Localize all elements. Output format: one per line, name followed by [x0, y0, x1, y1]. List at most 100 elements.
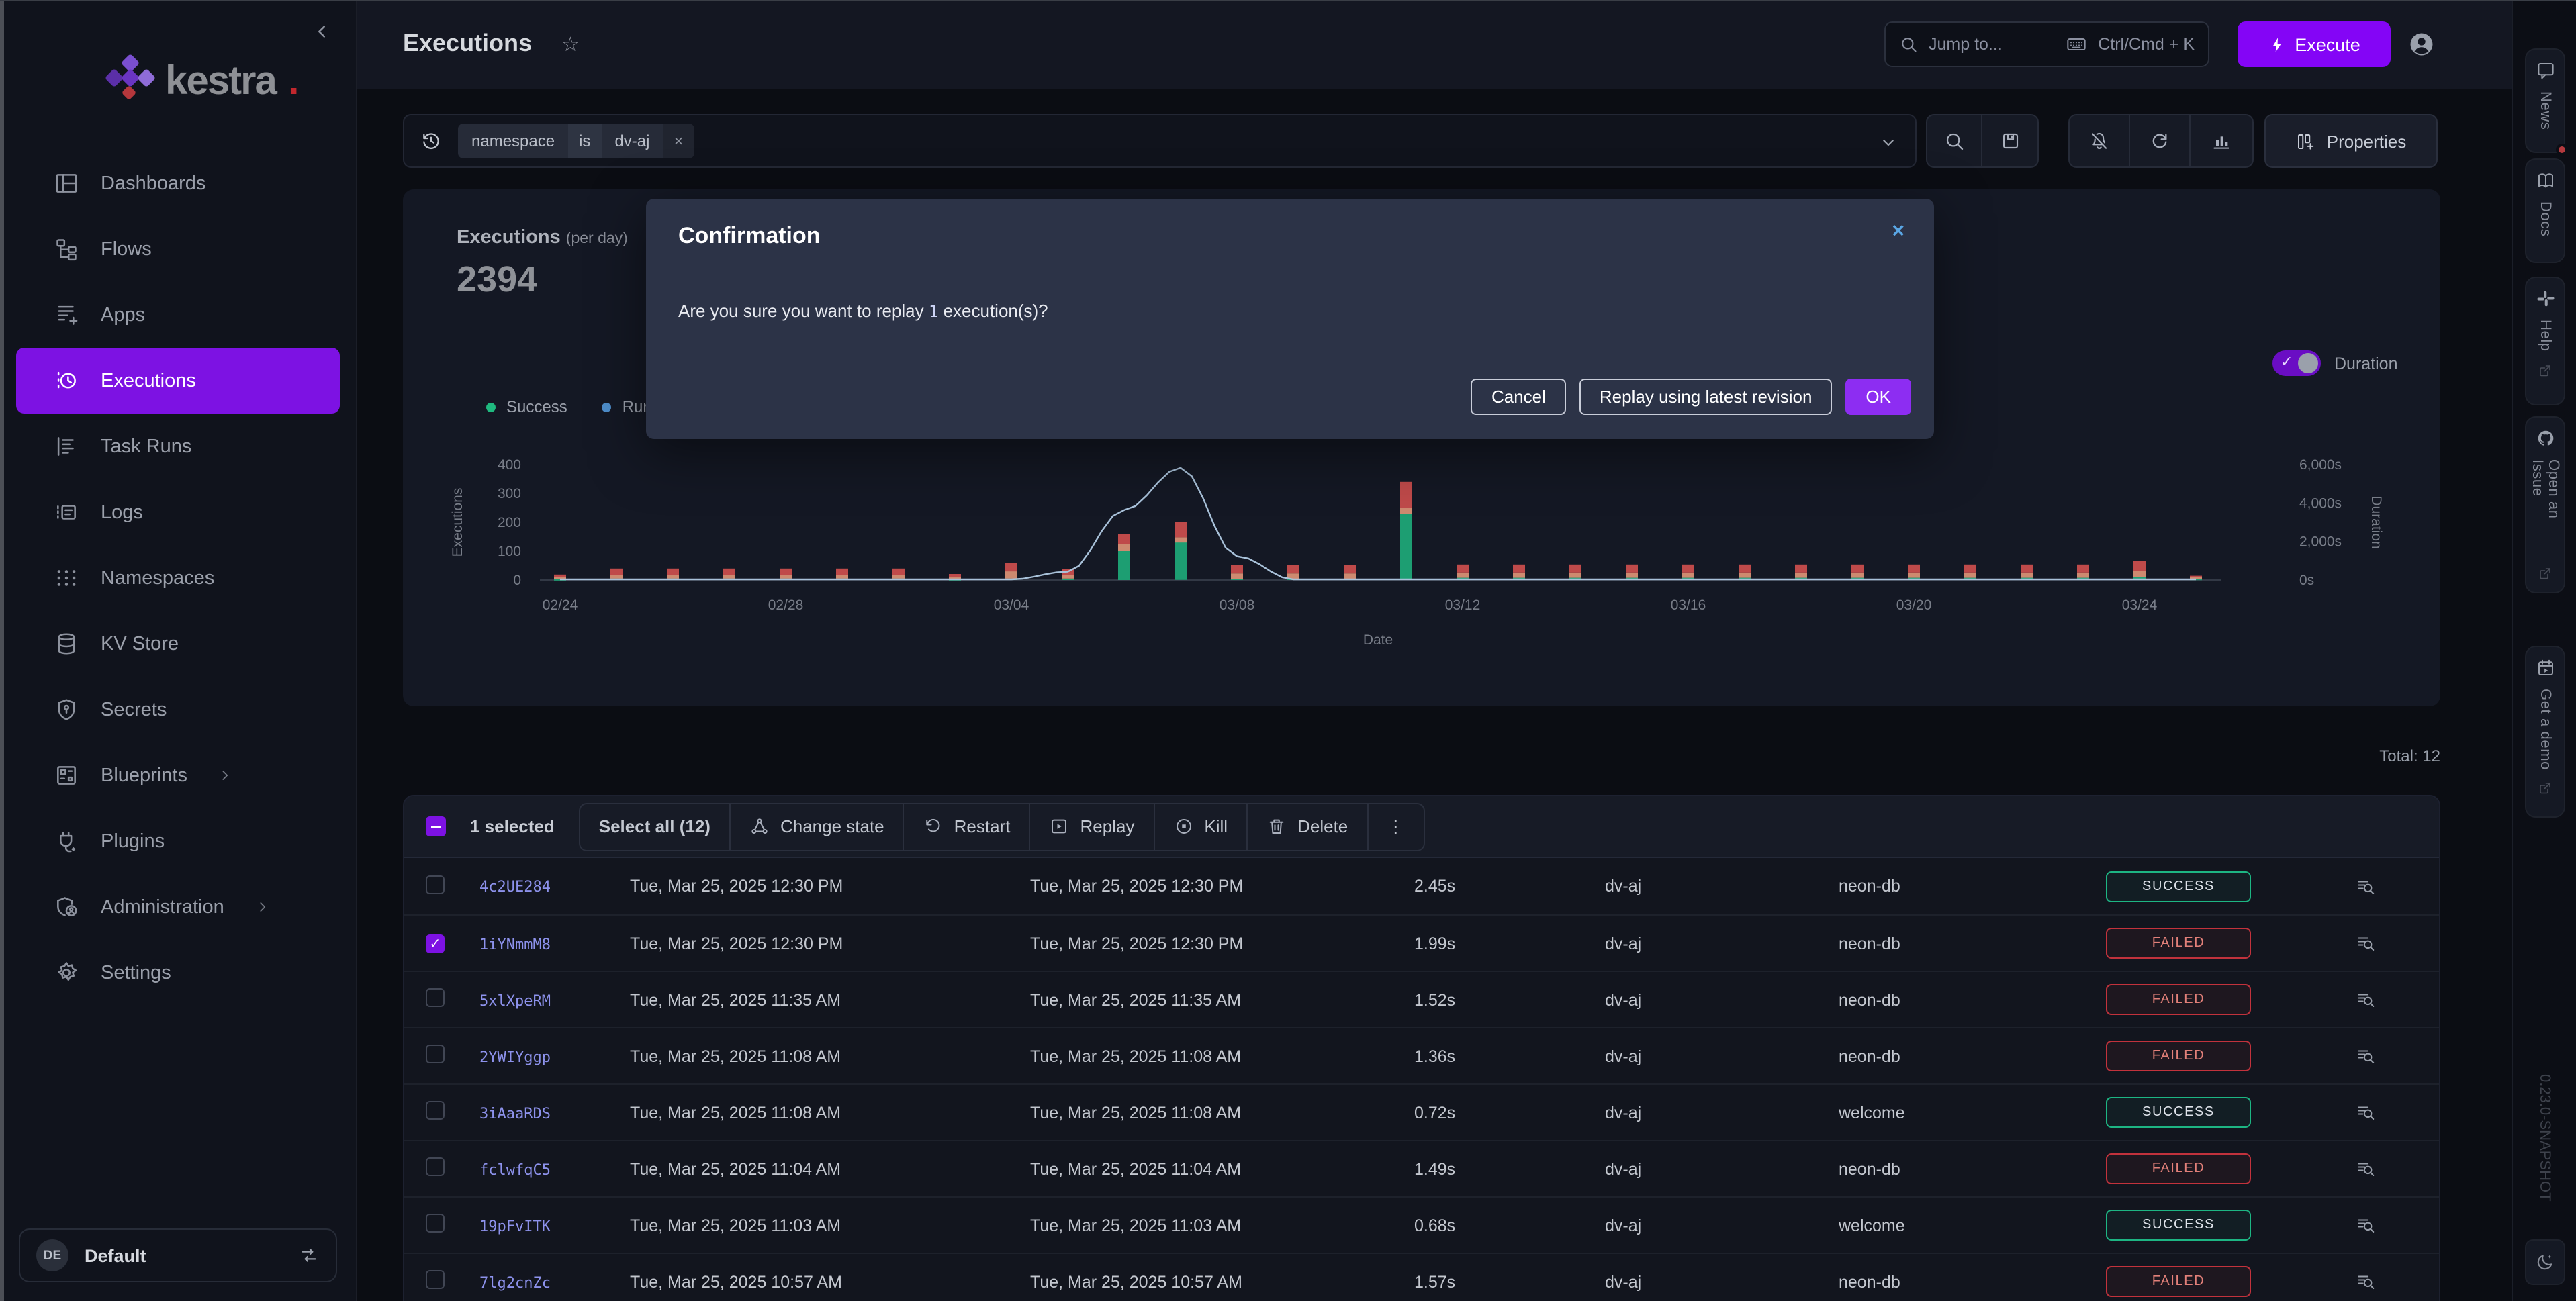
execution-overview-icon[interactable] — [2356, 990, 2376, 1010]
row-checkbox[interactable] — [426, 1214, 479, 1237]
table-row[interactable]: fclwfqC5Tue, Mar 25, 2025 11:04 AMTue, M… — [404, 1140, 2439, 1196]
history-icon[interactable] — [420, 130, 442, 152]
change-state-button[interactable]: Change state — [731, 804, 905, 849]
table-row[interactable]: ✓1iYNmmM8Tue, Mar 25, 2025 12:30 PMTue, … — [404, 914, 2439, 971]
sidebar-item-kv-store[interactable]: KV Store — [16, 611, 340, 677]
row-checkbox[interactable] — [426, 1045, 479, 1067]
table-row[interactable]: 19pFvITKTue, Mar 25, 2025 11:03 AMTue, M… — [404, 1196, 2439, 1253]
sidebar-item-settings[interactable]: Settings — [16, 940, 340, 1006]
row-checkbox[interactable] — [426, 875, 479, 898]
svg-text:200: 200 — [498, 515, 521, 530]
chevron-right-icon — [217, 767, 234, 784]
news-icon — [2535, 60, 2555, 81]
row-checkbox[interactable]: ✓ — [426, 933, 479, 953]
sidebar-item-administration[interactable]: Administration — [16, 874, 340, 940]
sidebar-item-flows[interactable]: Flows — [16, 216, 340, 282]
execution-overview-icon[interactable] — [2356, 1271, 2376, 1292]
end-date: Tue, Mar 25, 2025 12:30 PM — [1022, 934, 1414, 953]
cancel-button[interactable]: Cancel — [1471, 379, 1566, 415]
rail-item-docs[interactable]: Docs — [2525, 158, 2565, 263]
sidebar-item-executions[interactable]: Executions — [16, 348, 340, 414]
rail-item-news[interactable]: News — [2525, 48, 2565, 153]
delete-button[interactable]: Delete — [1248, 804, 1368, 849]
legend-item-success[interactable]: Success — [486, 397, 567, 416]
table-row[interactable]: 2YWIYggpTue, Mar 25, 2025 11:08 AMTue, M… — [404, 1027, 2439, 1083]
page-title: Executions — [403, 30, 532, 58]
namespace-value: dv-aj — [1573, 1047, 1798, 1065]
execution-overview-icon[interactable] — [2356, 1159, 2376, 1179]
execution-overview-icon[interactable] — [2356, 876, 2376, 896]
more-actions-button[interactable]: ⋮ — [1368, 804, 1423, 849]
execution-overview-icon[interactable] — [2356, 933, 2376, 953]
execution-overview-icon[interactable] — [2356, 1102, 2376, 1122]
chevron-down-icon[interactable] — [1878, 132, 1899, 153]
rail-item-help[interactable]: Help — [2525, 277, 2565, 405]
execution-id-link[interactable]: fclwfqC5 — [479, 1161, 551, 1178]
sidebar-item-secrets[interactable]: Secrets — [16, 677, 340, 742]
row-checkbox[interactable] — [426, 1157, 479, 1180]
theme-toggle-button[interactable] — [2525, 1239, 2565, 1285]
filter-search-save-group — [1926, 114, 2039, 168]
sidebar-item-label: Apps — [101, 304, 145, 326]
rail-item-get-a-demo[interactable]: Get a demo — [2525, 646, 2565, 818]
filter-remove-icon[interactable]: × — [663, 124, 694, 158]
duration-toggle[interactable]: ✓ Duration — [2272, 350, 2398, 376]
select-all-12-button[interactable]: Select all (12) — [580, 804, 731, 849]
filter-save-button[interactable] — [1982, 115, 2037, 166]
kill-button[interactable]: Kill — [1154, 804, 1248, 849]
row-checkbox[interactable] — [426, 988, 479, 1011]
table-row[interactable]: 3iAaaRDSTue, Mar 25, 2025 11:08 AMTue, M… — [404, 1083, 2439, 1140]
sidebar-item-plugins[interactable]: Plugins — [16, 808, 340, 874]
toggle-switch[interactable]: ✓ — [2272, 350, 2321, 376]
rail-item-open-an-issue[interactable]: Open an Issue — [2525, 416, 2565, 593]
start-date: Tue, Mar 25, 2025 11:03 AM — [630, 1216, 1022, 1235]
properties-button[interactable]: Properties — [2264, 114, 2438, 168]
sidebar-item-namespaces[interactable]: Namespaces — [16, 545, 340, 611]
toggle-chart-button[interactable] — [2191, 115, 2251, 166]
filter-chip[interactable]: namespace is dv-aj × — [458, 124, 694, 158]
execution-overview-icon[interactable] — [2356, 1215, 2376, 1235]
ok-button[interactable]: OK — [1845, 379, 1911, 415]
table-row[interactable]: 5xlXpeRMTue, Mar 25, 2025 11:35 AMTue, M… — [404, 971, 2439, 1027]
replay-latest-revision-button[interactable]: Replay using latest revision — [1579, 379, 1833, 415]
execution-id-link[interactable]: 4c2UE284 — [479, 878, 551, 896]
left-scrollbar[interactable] — [0, 0, 4, 1301]
row-checkbox[interactable] — [426, 1270, 479, 1293]
sidebar-item-blueprints[interactable]: Blueprints — [16, 742, 340, 808]
filter-search-button[interactable] — [1927, 115, 1982, 166]
replay-button[interactable]: Replay — [1030, 804, 1154, 849]
execute-button[interactable]: Execute — [2238, 21, 2391, 67]
execution-id-link[interactable]: 5xlXpeRM — [479, 992, 551, 1009]
kestra-app: kestra. DashboardsFlowsAppsExecutionsTas… — [0, 0, 2576, 1301]
row-checkbox[interactable] — [426, 1101, 479, 1124]
filter-bar[interactable]: namespace is dv-aj × — [403, 114, 1917, 168]
main-content: Executions ☆ Jump to... Ctrl/Cmd + K Exe… — [357, 0, 2512, 1301]
sidebar-item-logs[interactable]: Logs — [16, 479, 340, 545]
start-date: Tue, Mar 25, 2025 11:08 AM — [630, 1047, 1022, 1065]
close-icon[interactable]: × — [1892, 220, 1904, 244]
execution-id-link[interactable]: 7lg2cnZc — [479, 1273, 551, 1291]
window-top-edge — [0, 0, 2576, 1]
sidebar-item-apps[interactable]: Apps — [16, 282, 340, 348]
execution-id-link[interactable]: 1iYNmmM8 — [479, 935, 551, 953]
master-checkbox[interactable] — [426, 816, 446, 836]
execution-id-link[interactable]: 19pFvITK — [479, 1217, 551, 1235]
sidebar-item-task-runs[interactable]: Task Runs — [16, 414, 340, 479]
sidebar-collapse-icon[interactable] — [312, 21, 332, 42]
sidebar-item-dashboards[interactable]: Dashboards — [16, 150, 340, 216]
user-avatar[interactable] — [2407, 30, 2436, 59]
execution-id-link[interactable]: 3iAaaRDS — [479, 1104, 551, 1122]
execution-overview-icon[interactable] — [2356, 1046, 2376, 1066]
refresh-button[interactable] — [2130, 115, 2191, 166]
external-link-icon — [2537, 363, 2553, 379]
alerts-off-button[interactable] — [2070, 115, 2130, 166]
table-row[interactable]: 7lg2cnZcTue, Mar 25, 2025 10:57 AMTue, M… — [404, 1253, 2439, 1301]
table-row[interactable]: 4c2UE284Tue, Mar 25, 2025 12:30 PMTue, M… — [404, 858, 2439, 914]
execution-id-link[interactable]: 2YWIYggp — [479, 1048, 551, 1065]
jump-to-search[interactable]: Jump to... Ctrl/Cmd + K — [1884, 21, 2209, 67]
restart-button[interactable]: Restart — [905, 804, 1031, 849]
flow-value: welcome — [1798, 1216, 2064, 1235]
favorite-star-icon[interactable]: ☆ — [561, 32, 580, 56]
kestra-logo[interactable]: kestra. — [107, 56, 300, 107]
tenant-switcher[interactable]: DE Default — [19, 1228, 337, 1282]
